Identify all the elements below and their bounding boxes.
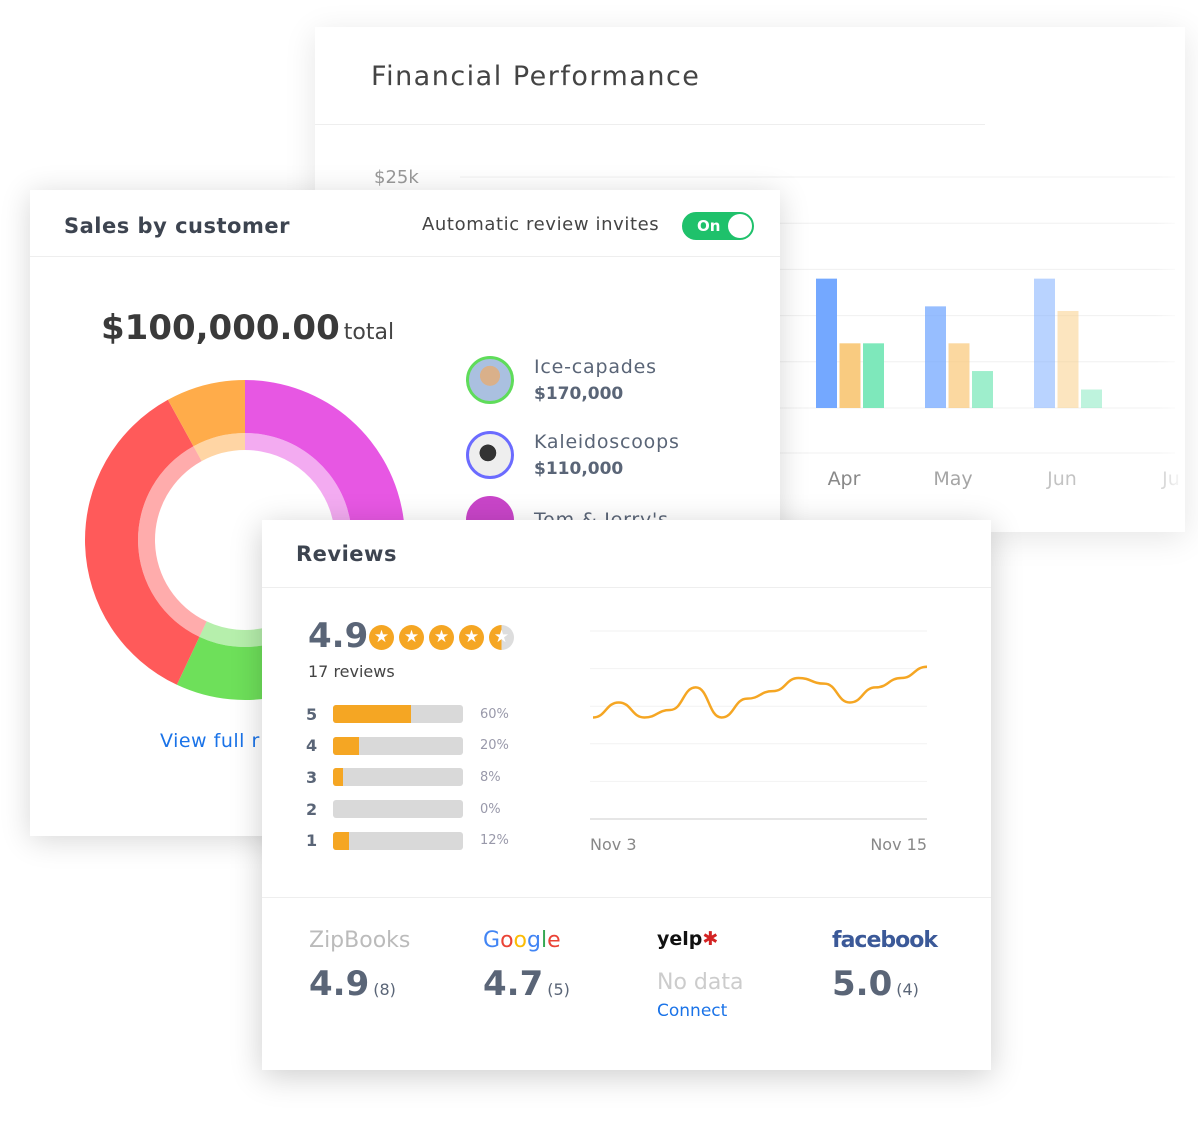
facebook-logo: facebook bbox=[832, 928, 938, 953]
rating-row: 3 8% bbox=[306, 767, 501, 787]
yelp-wordmark: yelp bbox=[657, 928, 703, 950]
reviews-card: Reviews 4.9 ★ ★ ★ ★ ★ 17 reviews 5 60% 4 20% 3 8%… bbox=[262, 520, 991, 1070]
rating-bar bbox=[333, 736, 463, 755]
bar bbox=[1057, 310, 1079, 408]
avatar bbox=[466, 356, 514, 404]
bar bbox=[1034, 278, 1055, 408]
divider bbox=[30, 256, 780, 257]
zipbooks-logo: ZipBooks bbox=[309, 928, 411, 953]
divider bbox=[262, 897, 991, 898]
star-icon: ★ bbox=[459, 625, 484, 650]
google-logo: Google bbox=[483, 928, 561, 953]
rating-row: 1 12% bbox=[306, 831, 509, 851]
customer-item[interactable]: Kaleidoscoops $110,000 bbox=[466, 431, 680, 479]
view-full-report-link[interactable]: View full r bbox=[160, 730, 260, 752]
source-facebook: facebook 5.0 (4) bbox=[832, 928, 938, 1004]
source-yelp: yelp✱ No data Connect bbox=[657, 928, 743, 1021]
rating-row: 4 20% bbox=[306, 736, 509, 756]
source-count: (5) bbox=[547, 980, 570, 999]
average-rating: 4.9 bbox=[308, 616, 369, 656]
review-count: 17 reviews bbox=[308, 662, 395, 681]
star-icon: ★ bbox=[369, 625, 394, 650]
auto-invites-label: Automatic review invites bbox=[422, 214, 660, 235]
auto-invites-toggle[interactable]: On bbox=[682, 212, 754, 240]
customer-name: Kaleidoscoops bbox=[534, 431, 680, 453]
rating-bar bbox=[333, 705, 463, 723]
star-level: 4 bbox=[306, 736, 318, 756]
line-series bbox=[592, 665, 928, 719]
customer-amount: $110,000 bbox=[534, 459, 624, 479]
star-level: 2 bbox=[306, 799, 318, 819]
rating-percent: 12% bbox=[480, 833, 509, 849]
divider bbox=[262, 587, 991, 588]
avatar bbox=[466, 431, 514, 479]
bar bbox=[972, 371, 993, 408]
connect-yelp-link[interactable]: Connect bbox=[657, 1001, 743, 1021]
source-score: 4.9 bbox=[309, 964, 370, 1004]
toggle-knob bbox=[728, 214, 752, 238]
rating-percent: 0% bbox=[480, 801, 501, 817]
bar bbox=[925, 306, 946, 408]
star-icon: ★ bbox=[399, 625, 424, 650]
card-title: Reviews bbox=[296, 542, 397, 566]
x-tick-label: Jun bbox=[1046, 468, 1077, 490]
rating-bar-fill bbox=[333, 736, 359, 755]
source-score: 4.7 bbox=[483, 964, 544, 1004]
star-level: 1 bbox=[306, 831, 318, 851]
yelp-logo: yelp✱ bbox=[657, 928, 719, 950]
star-level: 3 bbox=[306, 767, 318, 787]
bar bbox=[816, 278, 837, 408]
source-zipbooks: ZipBooks 4.9 (8) bbox=[309, 928, 410, 1004]
customer-amount: $170,000 bbox=[534, 384, 624, 404]
x-tick-label: Nov 15 bbox=[870, 835, 927, 854]
card-title: Sales by customer bbox=[64, 214, 290, 238]
sales-total: $100,000.00 total bbox=[101, 308, 394, 348]
rating-row: 5 60% bbox=[306, 704, 509, 724]
x-tick-label: May bbox=[933, 468, 972, 490]
source-score: 5.0 bbox=[832, 964, 893, 1004]
total-suffix: total bbox=[343, 320, 395, 345]
bar bbox=[948, 343, 970, 408]
total-value: $100,000.00 bbox=[101, 308, 340, 348]
x-tick-label: Ju bbox=[1161, 468, 1180, 490]
rating-percent: 8% bbox=[480, 769, 501, 785]
customer-name: Ice-capades bbox=[534, 356, 657, 378]
toggle-label: On bbox=[697, 217, 721, 235]
rating-bar-fill bbox=[333, 705, 411, 723]
rating-bar bbox=[333, 768, 463, 787]
customer-item[interactable]: Ice-capades $170,000 bbox=[466, 356, 657, 404]
rating-bar bbox=[333, 800, 463, 819]
source-google: Google 4.7 (5) bbox=[483, 928, 570, 1004]
bar bbox=[863, 343, 884, 408]
bar bbox=[839, 343, 861, 408]
star-rating: ★ ★ ★ ★ ★ bbox=[369, 625, 514, 650]
reviews-line-chart: Nov 3 Nov 15 bbox=[590, 630, 928, 854]
source-count: (4) bbox=[896, 980, 919, 999]
x-tick-label: Apr bbox=[828, 468, 861, 490]
half-star-icon: ★ bbox=[489, 625, 514, 650]
rating-bar-fill bbox=[333, 831, 349, 850]
no-data-label: No data bbox=[657, 970, 744, 995]
rating-row: 2 0% bbox=[306, 799, 501, 819]
star-level: 5 bbox=[306, 704, 318, 724]
rating-percent: 60% bbox=[480, 706, 509, 722]
rating-bar-fill bbox=[333, 768, 344, 787]
rating-bar bbox=[333, 831, 463, 850]
rating-percent: 20% bbox=[480, 738, 509, 754]
x-tick-label: Nov 3 bbox=[590, 835, 637, 854]
star-icon: ★ bbox=[429, 625, 454, 650]
source-count: (8) bbox=[373, 980, 396, 999]
bar bbox=[1081, 389, 1102, 408]
